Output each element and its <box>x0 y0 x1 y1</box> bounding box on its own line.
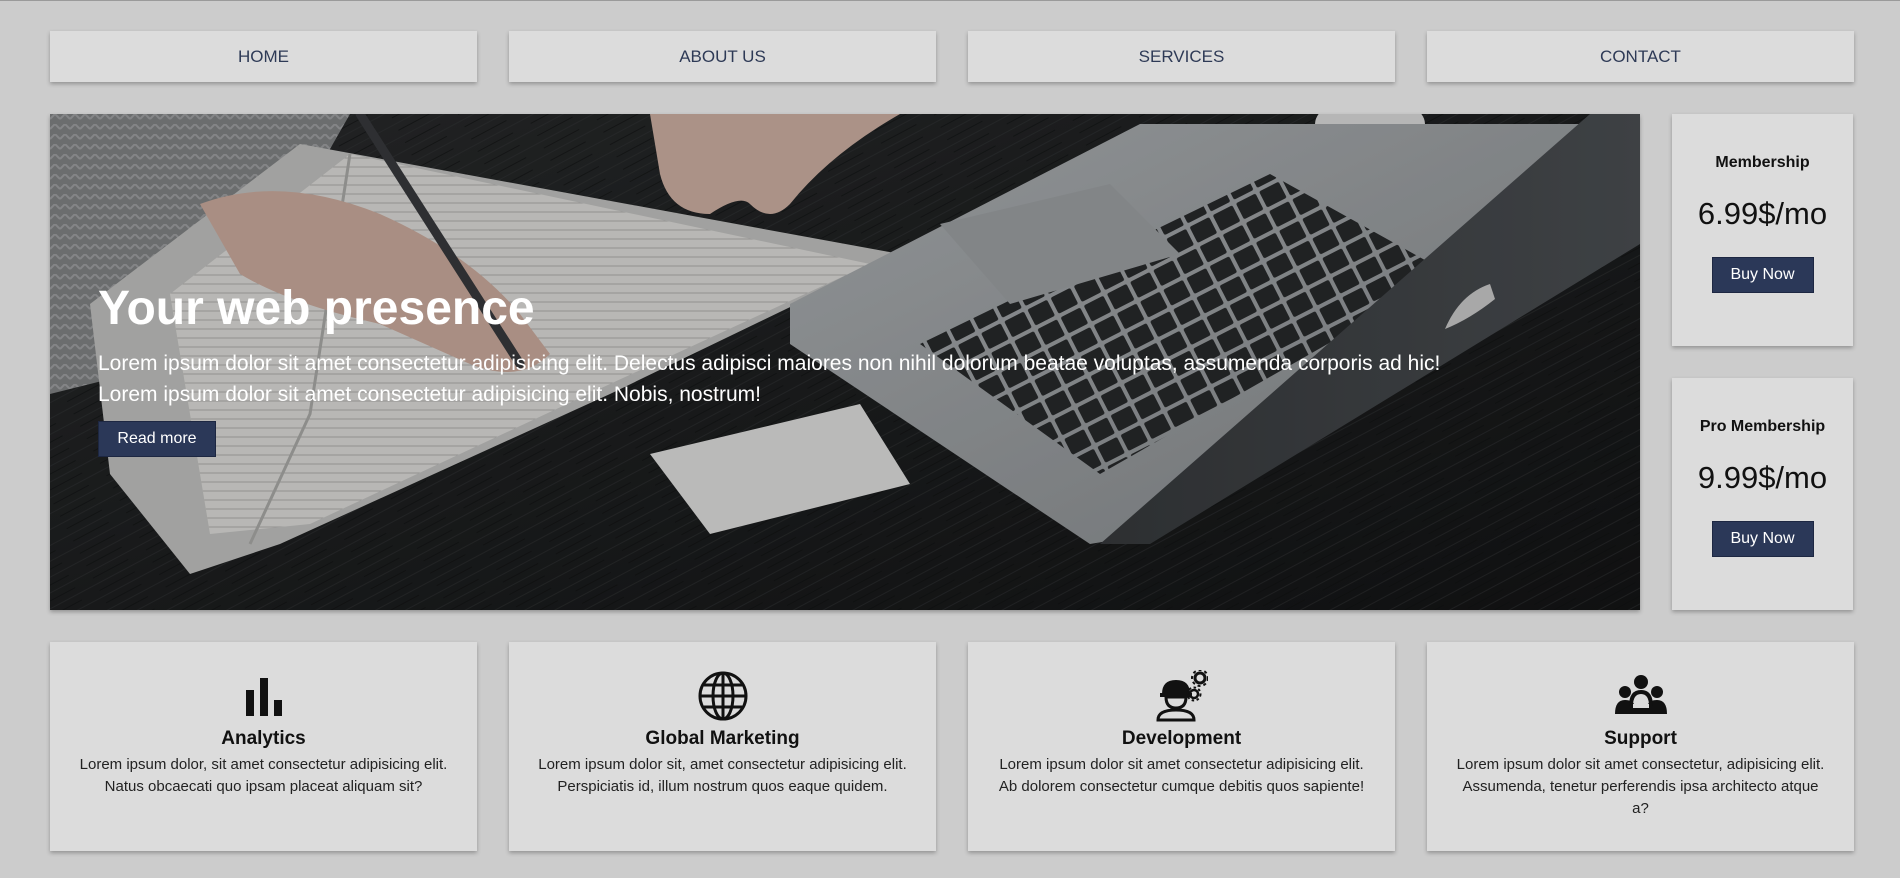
hero-banner: Your web presence Lorem ipsum dolor sit … <box>50 114 1640 610</box>
nav-services[interactable]: SERVICES <box>968 31 1395 82</box>
plan-name: Pro Membership <box>1699 418 1826 435</box>
feature-card-support: Support Lorem ipsum dolor sit amet conse… <box>1427 642 1854 851</box>
hero-title: Your web presence <box>98 282 535 335</box>
hero-description-line-1: Lorem ipsum dolor sit amet consectetur a… <box>98 352 1441 376</box>
feature-card-global-marketing: Global Marketing Lorem ipsum dolor sit, … <box>509 642 936 851</box>
main-nav: HOME ABOUT US SERVICES CONTACT <box>50 31 1854 82</box>
hero-description-line-2: Lorem ipsum dolor sit amet consectetur a… <box>98 383 761 407</box>
feature-title: Global Marketing <box>645 728 800 749</box>
feature-description: Lorem ipsum dolor sit, amet consectetur … <box>538 756 907 795</box>
bar-chart-icon <box>245 678 282 716</box>
features-section: Analytics Lorem ipsum dolor, sit amet co… <box>50 642 1854 851</box>
hero-description: Lorem ipsum dolor sit amet consectetur a… <box>98 348 1440 410</box>
plan-price: 6.99$/mo <box>1697 196 1828 231</box>
feature-card-analytics: Analytics Lorem ipsum dolor, sit amet co… <box>50 642 477 851</box>
feature-title: Analytics <box>221 728 306 749</box>
globe-icon <box>698 671 747 721</box>
hero-content: Your web presence Lorem ipsum dolor sit … <box>98 282 1440 458</box>
engineer-gears-icon <box>1155 670 1208 722</box>
feature-title: Development <box>1121 728 1242 749</box>
feature-card-development: Development Lorem ipsum dolor sit amet c… <box>968 642 1395 851</box>
buy-now-button[interactable]: Buy Now <box>1711 521 1814 557</box>
nav-contact[interactable]: CONTACT <box>1427 31 1854 82</box>
feature-description: Lorem ipsum dolor, sit amet consectetur … <box>79 756 448 795</box>
nav-about-us[interactable]: ABOUT US <box>509 31 936 82</box>
nav-home[interactable]: HOME <box>50 31 477 82</box>
feature-description: Lorem ipsum dolor sit amet consectetur, … <box>1456 756 1825 817</box>
feature-description: Lorem ipsum dolor sit amet consectetur a… <box>998 756 1365 795</box>
people-group-icon <box>1614 675 1667 714</box>
plan-price: 9.99$/mo <box>1697 460 1828 495</box>
buy-now-button[interactable]: Buy Now <box>1711 257 1814 293</box>
read-more-button[interactable]: Read more <box>98 421 216 458</box>
pricing-card-pro-membership: Pro Membership 9.99$/mo Buy Now <box>1672 378 1853 610</box>
plan-name: Membership <box>1715 154 1810 171</box>
pricing-card-membership: Membership 6.99$/mo Buy Now <box>1672 114 1853 346</box>
feature-title: Support <box>1604 728 1677 749</box>
